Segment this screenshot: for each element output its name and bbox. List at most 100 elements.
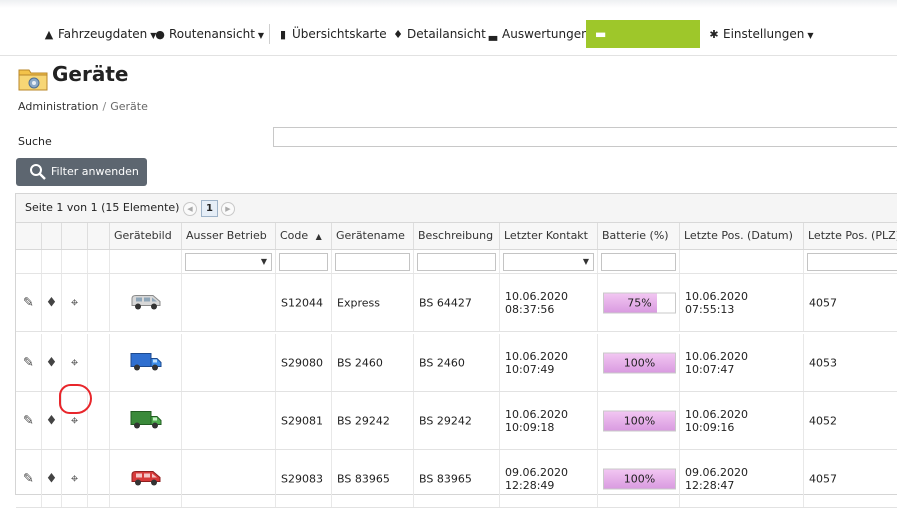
filter-ausser-betrieb-select[interactable]: ▼ — [185, 253, 272, 271]
header-edit-col — [16, 223, 42, 249]
pager-next-icon[interactable]: ▶ — [221, 202, 235, 216]
vehicle-icon — [129, 291, 163, 314]
apply-filter-button[interactable]: Filter anwenden — [16, 158, 147, 186]
nav-einstellungen[interactable]: ✱ Einstellungen ▼ — [708, 22, 814, 46]
table-row[interactable]: ✎ ♦ ⌖ S29081 BS 29242 BS 29242 10.06.2020 10:09… — [16, 392, 897, 450]
battery-percent: 75% — [627, 296, 652, 309]
filter-cell-batterie — [598, 250, 680, 273]
letzter-kontakt-value: 10.06.2020 08:37:56 — [505, 290, 568, 316]
header-geraetebild[interactable]: Gerätebild — [110, 223, 182, 249]
vehicle-icon — [129, 408, 163, 433]
pager-current-page[interactable]: 1 — [201, 200, 218, 217]
devices-grid: Seite 1 von 1 (15 Elemente) ◀ 1 ▶ Geräte… — [15, 193, 897, 508]
letzter-kontakt-cell: 10.06.2020 10:07:49 — [500, 334, 598, 391]
locate-cell: ⌖ — [62, 274, 88, 331]
apply-filter-label: Filter anwenden — [51, 165, 139, 178]
locate-cell: ⌖ — [62, 450, 88, 507]
pos-time: 10:09:16 — [685, 420, 735, 434]
battery-bar: 100% — [603, 352, 676, 373]
filter-letzter-kontakt-select[interactable]: ▼ — [503, 253, 594, 271]
pencil-icon[interactable]: ✎ — [16, 295, 41, 310]
search-input[interactable] — [273, 127, 897, 147]
pin-icon[interactable]: ♦ — [42, 355, 61, 370]
pin-icon: ♦ — [393, 28, 403, 41]
nav-uebersichtskarte[interactable]: ▮ Übersichtskarte — [277, 22, 387, 46]
letzter-kontakt-value: 09.06.2020 12:28:49 — [505, 466, 568, 492]
pos-date: 09.06.2020 — [685, 465, 748, 479]
page-title: Geräte — [52, 62, 129, 86]
crosshair-icon[interactable]: ⌖ — [62, 413, 87, 428]
batterie-cell: 100% — [598, 450, 680, 507]
header-letzte-pos-datum[interactable]: Letzte Pos. (Datum) — [680, 223, 804, 249]
nav-auswertungen[interactable]: ▃ Auswertungen — [487, 22, 589, 46]
letzte-pos-datum-value: 10.06.2020 10:07:47 — [685, 350, 748, 376]
pencil-icon[interactable]: ✎ — [16, 471, 41, 486]
filter-code-input[interactable] — [279, 253, 328, 271]
edit-cell: ✎ — [16, 392, 42, 449]
table-row[interactable]: ✎ ♦ ⌖ S29083 BS 83965 BS 83965 09.06.2020 12:28… — [16, 450, 897, 508]
filter-plz-input[interactable] — [807, 253, 897, 271]
table-row[interactable]: ✎ ♦ ⌖ S29080 BS 2460 BS 2460 10.06.2020 10:07:4… — [16, 334, 897, 392]
crosshair-icon[interactable]: ⌖ — [62, 471, 87, 486]
vehicle-icon — [129, 467, 163, 490]
filter-cell-empty — [88, 250, 110, 273]
ausser-betrieb-cell — [182, 274, 276, 331]
battery-percent: 100% — [623, 472, 656, 485]
filter-cell-geraetename — [332, 250, 414, 273]
nav-detailansicht[interactable]: ♦ Detailansicht — [392, 22, 486, 46]
pin-icon[interactable]: ♦ — [42, 413, 61, 428]
filter-beschreibung-input[interactable] — [417, 253, 496, 271]
crosshair-icon[interactable]: ⌖ — [62, 355, 87, 370]
pos-date: 10.06.2020 — [685, 349, 748, 363]
ausser-betrieb-cell — [182, 450, 276, 507]
red-highlight-circle — [59, 384, 92, 414]
beschreibung-cell: BS 64427 — [414, 274, 500, 331]
battery-bar: 100% — [603, 410, 676, 431]
filter-batterie-input[interactable] — [601, 253, 676, 271]
pos-time: 12:28:47 — [685, 478, 735, 492]
header-letzte-pos-plz[interactable]: Letzte Pos. (PLZ) — [804, 223, 897, 249]
pin-cell: ♦ — [42, 450, 62, 507]
pin-icon[interactable]: ♦ — [42, 471, 61, 486]
filter-cell-empty — [42, 250, 62, 273]
nav-divider — [269, 24, 270, 44]
filter-cell-beschreibung — [414, 250, 500, 273]
geraetename-value: Express — [337, 296, 380, 309]
pager-prev-icon[interactable]: ◀ — [183, 202, 197, 216]
geraetename-cell: BS 2460 — [332, 334, 414, 391]
pos-date: 10.06.2020 — [685, 289, 748, 303]
header-geraetename[interactable]: Gerätename — [332, 223, 414, 249]
breadcrumb-administration[interactable]: Administration — [18, 100, 99, 113]
nav-routenansicht[interactable]: ● Routenansicht ▼ — [154, 22, 264, 46]
letzte-pos-datum-value: 10.06.2020 07:55:13 — [685, 290, 748, 316]
caret-down-icon: ▼ — [807, 31, 814, 40]
filter-geraetename-input[interactable] — [335, 253, 410, 271]
map-icon: ▮ — [279, 28, 287, 41]
kontakt-time: 08:37:56 — [505, 302, 555, 316]
header-beschreibung[interactable]: Beschreibung — [414, 223, 500, 249]
table-row[interactable]: ✎ ♦ ⌖ S12044 Express BS 64427 10.06.2020 08:37:… — [16, 274, 897, 332]
dropdown-arrow-icon: ▼ — [260, 257, 267, 266]
header-code[interactable]: Code ▲ — [276, 223, 332, 249]
code-value: S29081 — [281, 414, 323, 427]
pencil-icon[interactable]: ✎ — [16, 413, 41, 428]
pin-icon[interactable]: ♦ — [42, 295, 61, 310]
nav-fahrzeugdaten[interactable]: ▲ Fahrzeugdaten ▼ — [43, 22, 157, 46]
ausser-betrieb-cell — [182, 334, 276, 391]
window-top-strip — [0, 0, 897, 8]
nav-administration[interactable]: ▬Administration ▼ — [586, 20, 700, 69]
crosshair-icon[interactable]: ⌖ — [62, 295, 87, 310]
header-ausser-betrieb[interactable]: Ausser Betrieb — [182, 223, 276, 249]
geraetename-cell: BS 29242 — [332, 392, 414, 449]
header-batterie[interactable]: Batterie (%) — [598, 223, 680, 249]
pencil-icon[interactable]: ✎ — [16, 355, 41, 370]
devices-folder-icon — [18, 69, 48, 91]
chart-icon: ▃ — [488, 28, 498, 41]
pager-summary: Seite 1 von 1 (15 Elemente) — [25, 201, 180, 214]
code-value: S29080 — [281, 356, 323, 369]
sort-ascending-icon: ▲ — [315, 232, 322, 241]
header-code-label: Code — [280, 229, 309, 242]
header-letzter-kontakt[interactable]: Letzter Kontakt — [500, 223, 598, 249]
grid-header-row: Gerätebild Ausser Betrieb Code ▲ Geräten… — [16, 223, 897, 250]
geraetename-cell: Express — [332, 274, 414, 331]
